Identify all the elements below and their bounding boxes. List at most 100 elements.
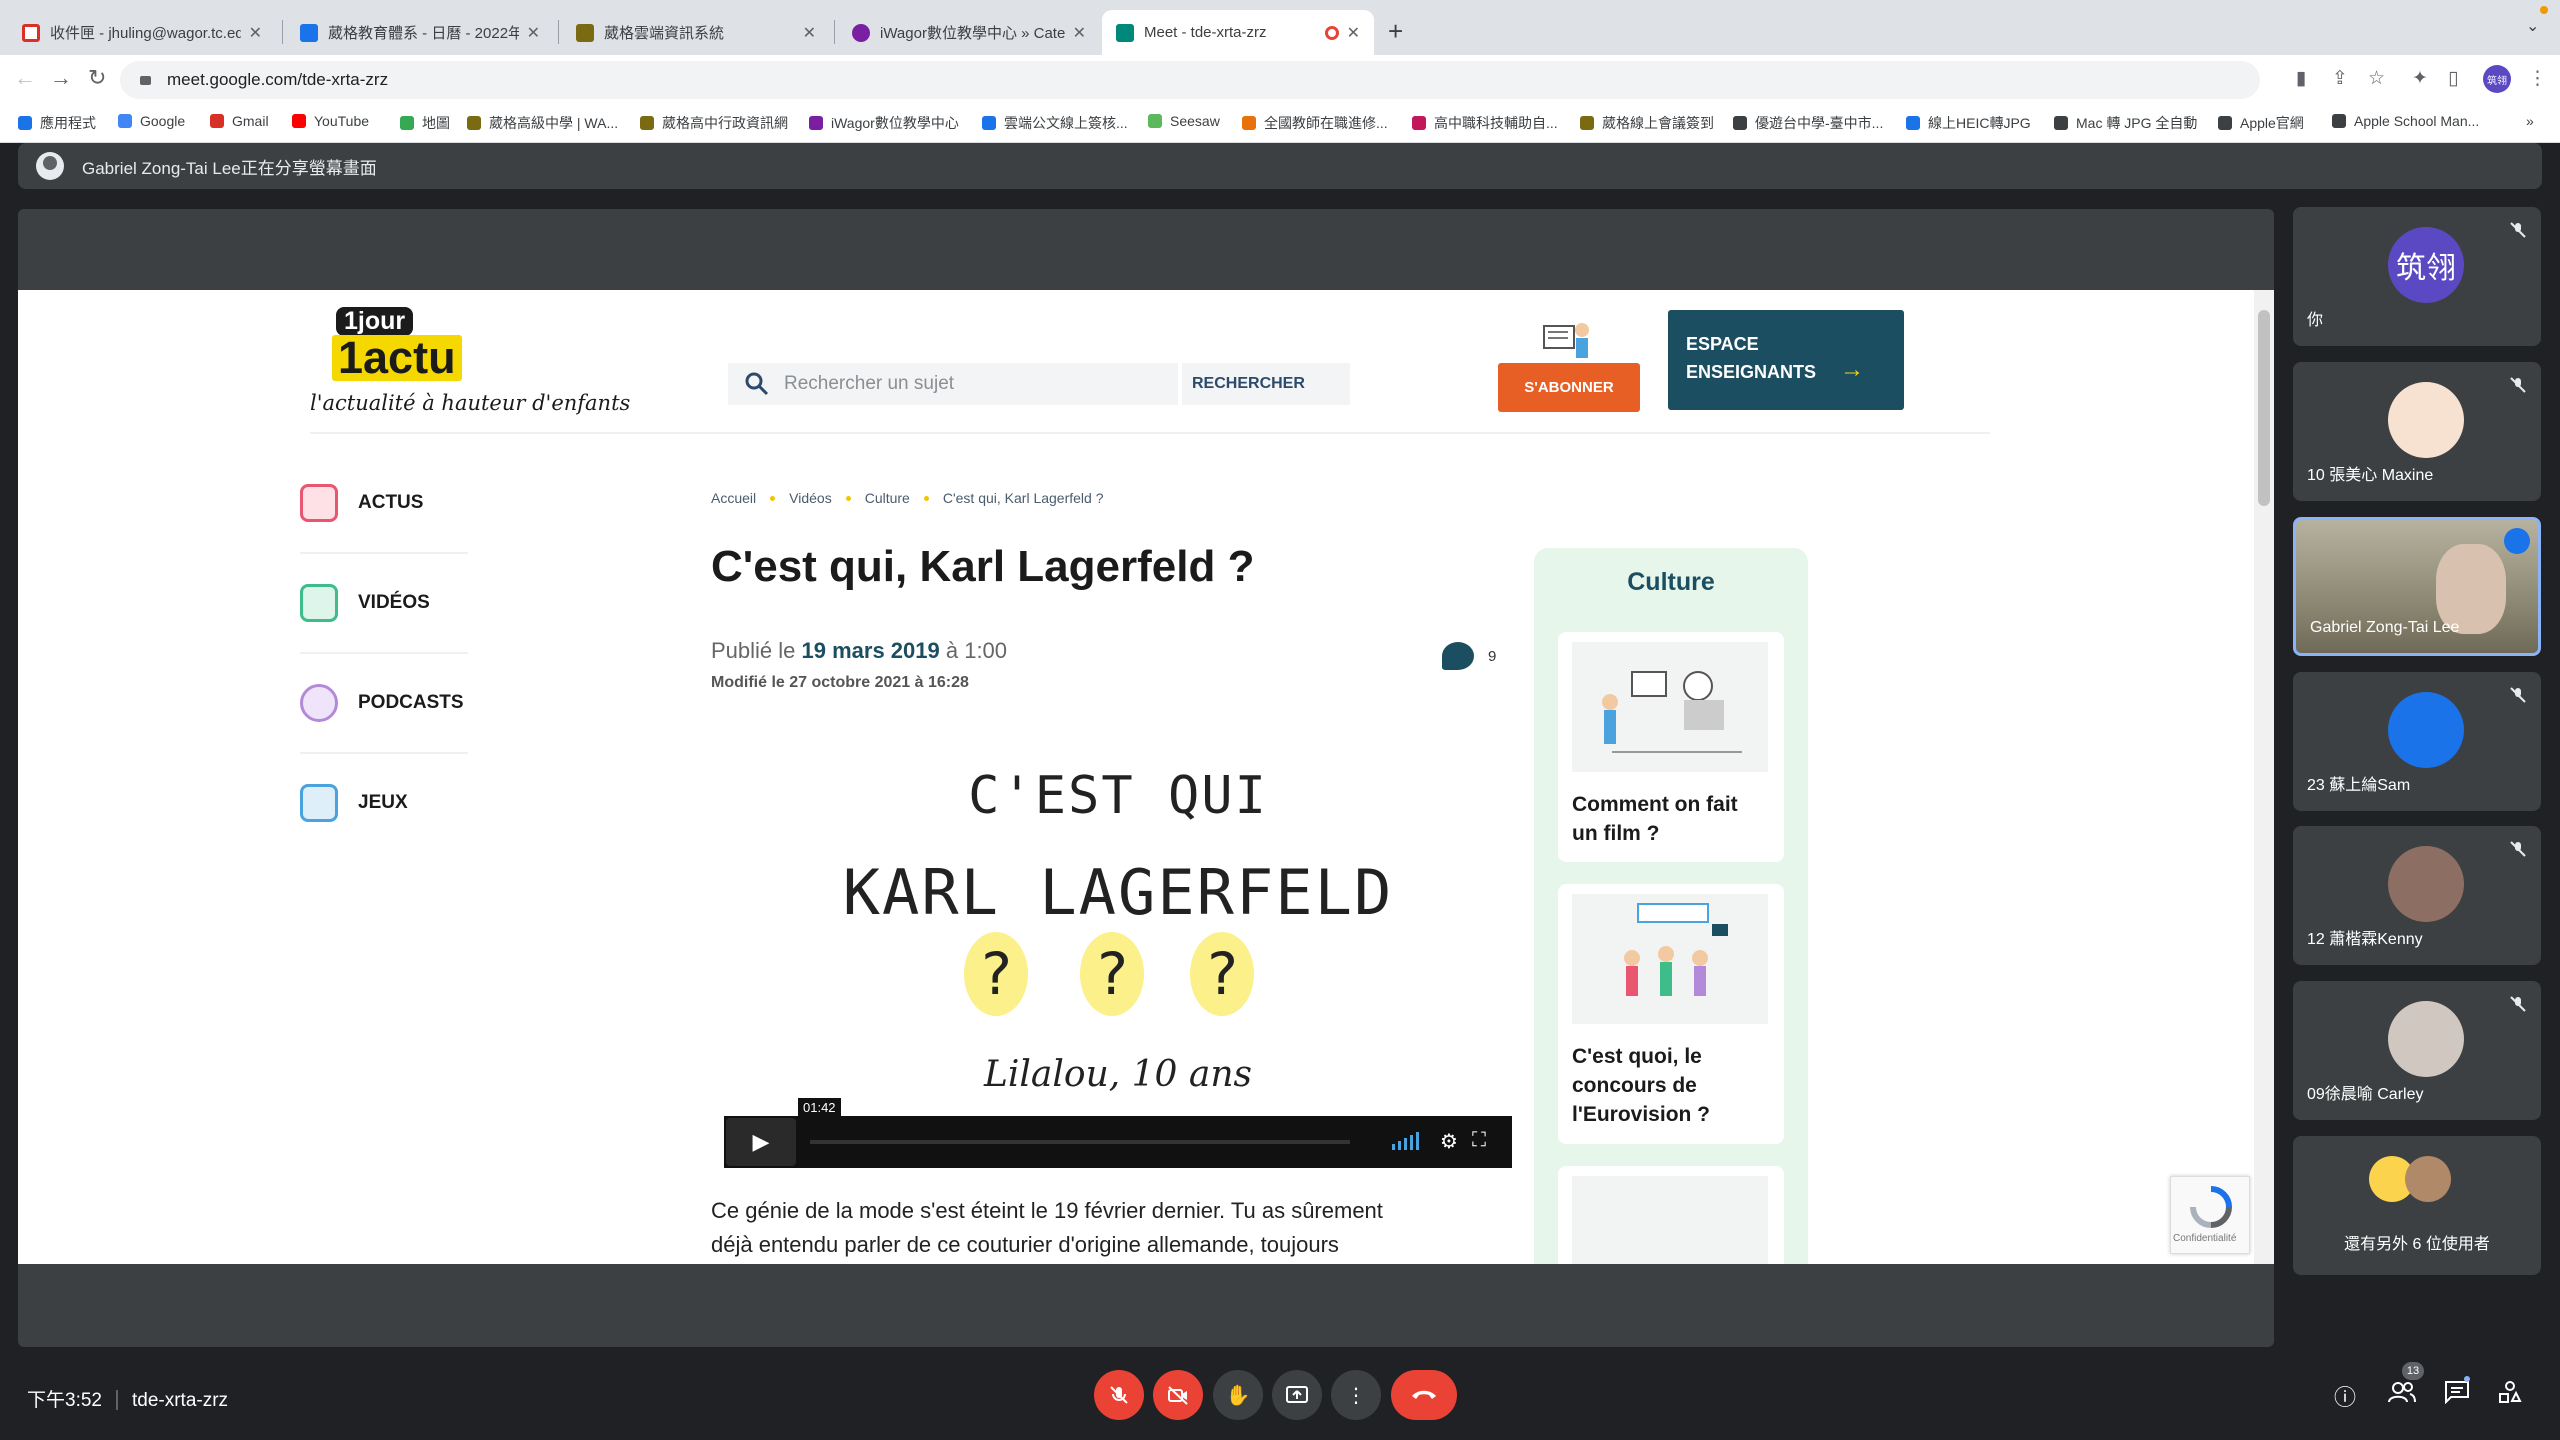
tab-calendar[interactable]: 葳格教育體系 - 日曆 - 2022年5月 ✕ — [286, 10, 554, 55]
bookmark-heic-to-jpg[interactable]: 線上HEIC轉JPG — [1906, 113, 2031, 133]
microphone-icon — [300, 684, 338, 722]
bookmark-gmail[interactable]: Gmail — [210, 113, 269, 129]
address-bar[interactable]: meet.google.com/tde-xrta-zrz — [120, 61, 2260, 99]
bookmark-assistive-tech[interactable]: 高中職科技輔助自... — [1412, 113, 1558, 133]
share-icon[interactable]: ⇪ — [2332, 67, 2348, 90]
chat-icon[interactable] — [2444, 1380, 2470, 1410]
volume-icon[interactable] — [1390, 1130, 1422, 1150]
play-button[interactable]: ▶ — [726, 1118, 796, 1166]
mic-off-button[interactable] — [1094, 1370, 1144, 1420]
people-icon[interactable] — [2388, 1380, 2416, 1410]
close-tab-icon[interactable]: ✕ — [249, 23, 262, 43]
reload-icon[interactable]: ↻ — [88, 65, 106, 91]
scrollbar-thumb[interactable] — [2258, 310, 2270, 506]
participant-tile[interactable]: 12 蕭楷霖Kenny — [2293, 826, 2541, 965]
chat-notification-dot — [2464, 1376, 2470, 1382]
bookmark-wagor-admin[interactable]: 葳格高中行政資訊網 — [640, 113, 788, 133]
sidebar-card[interactable]: C'est quoi, le concours de l'Eurovision ? — [1558, 884, 1784, 1144]
raise-hand-button[interactable]: ✋ — [1213, 1370, 1263, 1420]
browser-menu-icon[interactable]: ⋮ — [2528, 67, 2547, 90]
back-icon[interactable]: ← — [14, 65, 36, 91]
close-tab-icon[interactable]: ✕ — [1073, 23, 1086, 43]
video-progress-bar[interactable] — [810, 1140, 1350, 1144]
meeting-info-icon[interactable]: ⓘ — [2334, 1380, 2356, 1412]
card-illustration — [1572, 1176, 1768, 1264]
close-tab-icon[interactable]: ✕ — [527, 23, 540, 43]
present-screen-button[interactable] — [1272, 1370, 1322, 1420]
browser-tab-bar: 收件匣 - jhuling@wagor.tc.edu.tw ✕ 葳格教育體系 -… — [0, 0, 2560, 55]
settings-gear-icon[interactable]: ⚙ — [1440, 1129, 1458, 1154]
nav-actus[interactable]: ACTUS — [300, 484, 423, 522]
more-options-button[interactable]: ⋮ — [1331, 1370, 1381, 1420]
site-logo[interactable]: 1jour 1actu l'actualité à hauteur d'enfa… — [310, 305, 640, 415]
mac-to-jpg-icon — [2054, 116, 2068, 130]
end-call-button[interactable] — [1391, 1370, 1457, 1420]
close-tab-icon[interactable]: ✕ — [1347, 23, 1360, 43]
bookmark-wagor-signin[interactable]: 葳格線上會議簽到 — [1580, 113, 1714, 133]
bookmark-google[interactable]: Google — [118, 113, 185, 129]
bookmark-apple[interactable]: Apple官網 — [2218, 113, 2304, 133]
profile-avatar[interactable]: 筑翎 — [2483, 65, 2511, 93]
bookmark-star-icon[interactable]: ☆ — [2368, 67, 2385, 90]
bookmark-teacher-training[interactable]: 全國教師在職進修... — [1242, 113, 1388, 133]
bookmark-wagor-high[interactable]: 葳格高級中學 | WA... — [467, 113, 618, 133]
tab-wagor-cloud[interactable]: 葳格雲端資訊系統 ✕ — [562, 10, 830, 55]
participant-tile[interactable]: 09徐晨喻 Carley — [2293, 981, 2541, 1120]
camera-icon[interactable]: ▮ — [2296, 67, 2306, 90]
others-tile[interactable]: 還有另外 6 位使用者 — [2293, 1136, 2541, 1275]
close-tab-icon[interactable]: ✕ — [803, 23, 816, 43]
breadcrumb-item[interactable]: Accueil — [711, 490, 756, 506]
bookmark-apple-school[interactable]: Apple School Man... — [2332, 113, 2479, 129]
side-panel-icon[interactable]: ▯ — [2448, 67, 2458, 90]
iwagor-icon — [852, 23, 870, 42]
page-scrollbar[interactable] — [2254, 290, 2274, 1264]
site-search-input[interactable]: Rechercher un sujet — [728, 363, 1180, 405]
recaptcha-badge[interactable]: Confidentialité — [2170, 1176, 2250, 1254]
tab-meet[interactable]: Meet - tde-xrta-zrz ✕ — [1102, 10, 1374, 55]
camera-off-button[interactable] — [1153, 1370, 1203, 1420]
bookmark-apps[interactable]: 應用程式 — [18, 113, 96, 133]
question-mark: ? — [964, 932, 1028, 1016]
breadcrumb-item[interactable]: Culture — [865, 490, 910, 506]
tab-gmail[interactable]: 收件匣 - jhuling@wagor.tc.edu.tw ✕ — [8, 10, 276, 55]
bookmark-youtube[interactable]: YouTube — [292, 113, 369, 129]
participant-tile[interactable]: 10 張美心 Maxine — [2293, 362, 2541, 501]
participant-avatar — [2405, 1156, 2451, 1202]
bookmark-mac-to-jpg[interactable]: Mac 轉 JPG 全自動 — [2054, 113, 2197, 133]
bookmarks-overflow-icon[interactable]: » — [2526, 113, 2534, 129]
sidebar-card[interactable]: Comment on fait un film ? — [1558, 632, 1784, 862]
new-tab-button[interactable]: + — [1388, 16, 1403, 47]
mic-muted-icon — [2510, 222, 2526, 238]
participant-tile[interactable]: Gabriel Zong-Tai Lee — [2293, 517, 2541, 656]
bookmark-cloud-docs[interactable]: 雲端公文線上簽核... — [982, 113, 1128, 133]
sidebar-card[interactable] — [1558, 1166, 1784, 1264]
breadcrumb-item[interactable]: Vidéos — [789, 490, 832, 506]
subscribe-button[interactable]: S'ABONNER — [1498, 363, 1640, 412]
extensions-icon[interactable]: ✦ — [2412, 67, 2428, 90]
bookmark-youyou-taichung[interactable]: 優遊台中學-臺中市... — [1733, 113, 1883, 133]
nav-videos[interactable]: VIDÉOS — [300, 584, 430, 622]
comments-count[interactable]: 9 — [1442, 642, 1496, 670]
site-search-button[interactable]: RECHERCHER — [1182, 363, 1350, 405]
participant-name: 23 蘇上綸Sam — [2307, 777, 2411, 794]
mic-muted-icon — [2510, 841, 2526, 857]
participant-tile[interactable]: 23 蘇上綸Sam — [2293, 672, 2541, 811]
mic-off-icon — [1110, 1386, 1128, 1404]
tab-search-chevron-icon[interactable]: ⌄ — [2526, 16, 2539, 36]
espace-enseignants-button[interactable]: ESPACE ENSEIGNANTS → — [1668, 310, 1904, 410]
participant-name: 你 — [2307, 312, 2324, 329]
forward-icon[interactable]: → — [50, 65, 72, 91]
activities-icon[interactable] — [2498, 1380, 2522, 1410]
tab-iwagor[interactable]: iWagor數位教學中心 » Category ✕ — [838, 10, 1100, 55]
participant-tile[interactable]: 筑翎你 — [2293, 207, 2541, 346]
question-mark: ? — [1190, 932, 1254, 1016]
presenter-avatar — [36, 152, 64, 180]
tab-divider — [834, 20, 835, 44]
bookmark-seesaw[interactable]: Seesaw — [1148, 113, 1220, 129]
bookmark-iwagor[interactable]: iWagor數位教學中心 — [809, 113, 959, 133]
published-date: Publié le 19 mars 2019 à 1:00 — [711, 638, 1008, 663]
nav-podcasts[interactable]: PODCASTS — [300, 684, 464, 722]
nav-jeux[interactable]: JEUX — [300, 784, 408, 822]
fullscreen-icon[interactable]: ⛶ — [1472, 1129, 1486, 1152]
bookmark-maps[interactable]: 地圖 — [400, 113, 450, 133]
